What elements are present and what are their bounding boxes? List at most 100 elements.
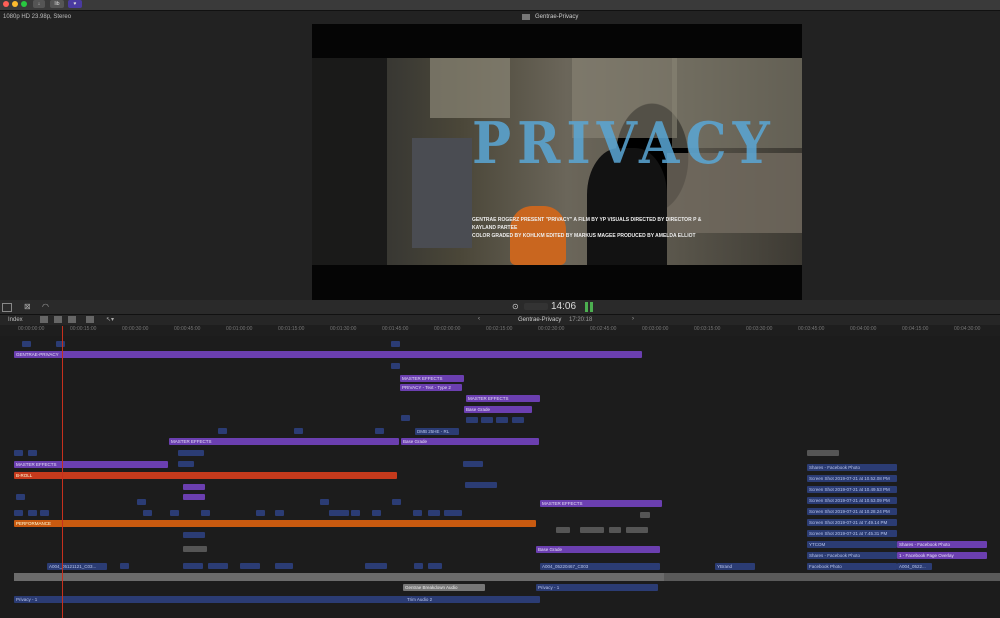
select-tool-icon[interactable]: ↖▾ bbox=[106, 316, 114, 323]
small-clip[interactable] bbox=[481, 417, 493, 423]
small-clip[interactable] bbox=[496, 417, 508, 423]
index-button[interactable]: Index bbox=[8, 317, 23, 323]
small-clip[interactable] bbox=[183, 484, 205, 490]
small-clip[interactable] bbox=[392, 499, 401, 505]
transform-tools-icon[interactable]: ⊠ bbox=[24, 302, 31, 311]
small-clip[interactable] bbox=[391, 341, 400, 347]
speedometer-icon[interactable]: ◠ bbox=[42, 302, 49, 311]
small-clip[interactable] bbox=[401, 415, 410, 421]
import-button[interactable]: ↓ bbox=[33, 0, 45, 8]
small-clip[interactable] bbox=[351, 510, 360, 516]
small-clip[interactable] bbox=[240, 563, 260, 569]
small-clip[interactable] bbox=[329, 510, 349, 516]
close-window-icon[interactable] bbox=[3, 1, 9, 7]
clip-screenshot-4[interactable]: Screen Shot 2019-07-21 at 10.28.24 PM bbox=[807, 508, 897, 515]
small-clip[interactable] bbox=[275, 510, 284, 516]
small-clip[interactable] bbox=[143, 510, 152, 516]
clip-screenshot-3[interactable]: Screen Shot 2019-07-21 at 10.53.09 PM bbox=[807, 497, 897, 504]
small-clip[interactable] bbox=[183, 563, 203, 569]
clip-appearance-icon[interactable] bbox=[40, 316, 48, 323]
clip-right-shares-3[interactable]: Shares - Facebook Photo bbox=[807, 552, 897, 559]
clip-trim-audio[interactable]: Trim Audio 2 bbox=[405, 596, 487, 603]
small-clip[interactable] bbox=[807, 450, 839, 456]
overwrite-icon[interactable] bbox=[68, 316, 76, 323]
clip-screenshot-2[interactable]: Screen Shot 2019-07-21 at 10.49.53 PM bbox=[807, 486, 897, 493]
small-clip[interactable] bbox=[201, 510, 210, 516]
small-clip[interactable] bbox=[256, 510, 265, 516]
clip-privacy-audio-1[interactable]: Privacy - 1 bbox=[536, 584, 658, 591]
clip-a004-2[interactable]: A004_05220467_C003 bbox=[540, 563, 660, 570]
clip-b-roll[interactable]: B-ROLL bbox=[14, 472, 397, 479]
small-clip[interactable] bbox=[183, 532, 205, 538]
clip-master-effects-1[interactable]: MASTER EFFECTS bbox=[400, 375, 464, 382]
clip-gentrae-audio[interactable]: Gentrae Breakdown Audio bbox=[403, 584, 485, 591]
append-icon[interactable] bbox=[54, 316, 62, 323]
small-clip[interactable] bbox=[640, 512, 650, 518]
small-clip[interactable] bbox=[372, 510, 381, 516]
clip-base-grade-2[interactable]: Base Grade bbox=[401, 438, 539, 445]
small-clip[interactable] bbox=[609, 527, 621, 533]
small-clip[interactable] bbox=[56, 341, 65, 347]
small-clip[interactable] bbox=[183, 546, 207, 552]
small-clip[interactable] bbox=[391, 363, 400, 369]
small-clip[interactable] bbox=[466, 417, 478, 423]
primary-storyline-bar[interactable] bbox=[14, 573, 664, 581]
small-clip[interactable] bbox=[170, 510, 179, 516]
small-clip[interactable] bbox=[178, 450, 204, 456]
clip-a004-1[interactable]: A004_05121121_C03... bbox=[47, 563, 107, 570]
clip-dmb[interactable]: DMB 25HE - RL bbox=[415, 428, 459, 435]
small-clip[interactable] bbox=[120, 563, 129, 569]
clip-ybrand[interactable]: YBrand bbox=[715, 563, 755, 570]
playhead[interactable] bbox=[62, 326, 63, 618]
layout-icon[interactable] bbox=[2, 303, 12, 312]
small-clip[interactable] bbox=[218, 428, 227, 434]
small-clip[interactable] bbox=[512, 417, 524, 423]
small-clip[interactable] bbox=[556, 527, 570, 533]
connect-icon[interactable] bbox=[86, 316, 94, 323]
small-clip[interactable] bbox=[183, 494, 205, 500]
small-clip[interactable] bbox=[413, 510, 422, 516]
clip-master-effects-2[interactable]: MASTER EFFECTS bbox=[466, 395, 540, 402]
minimize-window-icon[interactable] bbox=[12, 1, 18, 7]
small-clip[interactable] bbox=[40, 510, 49, 516]
clip-a004-3[interactable]: A004_0522... bbox=[897, 563, 932, 570]
library-button[interactable]: lib bbox=[50, 0, 64, 8]
primary-storyline-bar-right[interactable] bbox=[664, 573, 1000, 581]
clip-screenshot-6[interactable]: Screen Shot 2019-07-21 at 7.45.31 PM bbox=[807, 530, 897, 537]
small-clip[interactable] bbox=[428, 510, 440, 516]
back-arrow-icon[interactable]: ‹ bbox=[478, 316, 480, 322]
small-clip[interactable] bbox=[28, 510, 37, 516]
small-clip[interactable] bbox=[428, 563, 442, 569]
favorite-icon[interactable]: ♥ bbox=[68, 0, 82, 8]
timeline-area[interactable]: GENTRAE-PRIVACY MASTER EFFECTS PRIVACY -… bbox=[0, 336, 1000, 618]
small-clip[interactable] bbox=[580, 527, 604, 533]
clip-right-shares-2[interactable]: Shares - Facebook Photo bbox=[897, 541, 987, 548]
small-clip[interactable] bbox=[465, 482, 497, 488]
small-clip[interactable] bbox=[28, 450, 37, 456]
small-clip[interactable] bbox=[463, 461, 483, 467]
small-clip[interactable] bbox=[22, 341, 31, 347]
clip-master-effects-3[interactable]: MASTER EFFECTS bbox=[169, 438, 399, 445]
clip-fb-page-overlay[interactable]: 1 - Facebook Page Overlay bbox=[897, 552, 987, 559]
clip-gentrae[interactable]: GENTRAE-PRIVACY bbox=[14, 351, 642, 358]
clip-right-shares-1[interactable]: Shares - Facebook Photo bbox=[807, 464, 897, 471]
small-clip[interactable] bbox=[444, 510, 462, 516]
small-clip[interactable] bbox=[365, 563, 387, 569]
small-clip[interactable] bbox=[208, 563, 228, 569]
small-clip[interactable] bbox=[294, 428, 303, 434]
clip-master-effects-5[interactable]: MASTER EFFECTS bbox=[540, 500, 662, 507]
small-clip[interactable] bbox=[320, 499, 329, 505]
clip-ytcom[interactable]: YTCOM bbox=[807, 541, 897, 548]
small-clip[interactable] bbox=[16, 494, 25, 500]
clip-screenshot-1[interactable]: Screen Shot 2019-07-21 at 10.52.08 PM bbox=[807, 475, 897, 482]
clip-master-effects-4[interactable]: MASTER EFFECTS bbox=[14, 461, 168, 468]
zoom-window-icon[interactable] bbox=[21, 1, 27, 7]
video-preview[interactable]: PRIVACY GENTRAE ROGERZ PRESENT "PRIVACY"… bbox=[312, 24, 802, 300]
clip-fb-photo[interactable]: Facebook Photo bbox=[807, 563, 897, 570]
small-clip[interactable] bbox=[414, 563, 423, 569]
small-clip[interactable] bbox=[375, 428, 384, 434]
clip-screenshot-5[interactable]: Screen Shot 2019-07-21 at 7.49.14 PM bbox=[807, 519, 897, 526]
clip-privacy-title[interactable]: PRIVACY - Text - Type 2 bbox=[400, 384, 462, 391]
clip-base-grade-3[interactable]: Base Grade bbox=[536, 546, 660, 553]
small-clip[interactable] bbox=[14, 450, 23, 456]
